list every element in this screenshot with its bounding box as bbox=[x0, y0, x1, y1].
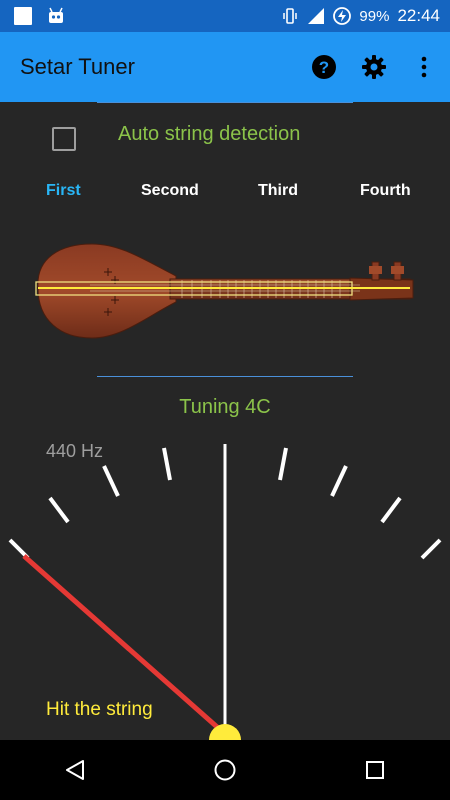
recents-icon bbox=[366, 761, 384, 779]
gauge-tick bbox=[380, 496, 402, 524]
middle-divider bbox=[97, 376, 353, 377]
gauge-tick bbox=[162, 447, 172, 481]
tab-third[interactable]: Third bbox=[258, 182, 298, 200]
notification-square-icon bbox=[14, 7, 32, 25]
app-title: Setar Tuner bbox=[20, 54, 135, 79]
gauge-tick bbox=[278, 447, 288, 481]
status-time: 22:44 bbox=[397, 6, 440, 25]
auto-detect-checkbox[interactable] bbox=[52, 127, 76, 151]
top-divider bbox=[97, 102, 353, 103]
string-tabs: First Second Third Fourth bbox=[0, 182, 450, 204]
auto-detect-label: Auto string detection bbox=[118, 123, 301, 145]
auto-detect-row: Auto string detection bbox=[0, 118, 450, 158]
navigation-bar bbox=[0, 740, 450, 800]
recents-button[interactable] bbox=[355, 750, 395, 790]
gauge-tick bbox=[48, 496, 70, 524]
reference-frequency-label: 440 Hz bbox=[46, 441, 104, 461]
home-button[interactable] bbox=[205, 750, 245, 790]
settings-icon bbox=[362, 55, 386, 79]
home-icon bbox=[214, 759, 236, 781]
signal-icon bbox=[308, 8, 325, 24]
app-bar: Setar Tuner ? bbox=[0, 32, 450, 102]
android-debug-icon bbox=[49, 7, 63, 23]
overflow-menu-icon bbox=[421, 56, 427, 78]
tab-first[interactable]: First bbox=[46, 182, 81, 200]
tuning-note-label: Tuning 4C bbox=[179, 396, 271, 418]
back-icon bbox=[66, 760, 84, 780]
tuning-gauge bbox=[8, 444, 442, 742]
hit-string-hint: Hit the string bbox=[46, 699, 153, 720]
battery-percent: 99% bbox=[359, 7, 390, 25]
battery-saver-icon bbox=[333, 7, 352, 25]
help-button[interactable]: ? bbox=[310, 53, 338, 81]
gauge-tick bbox=[102, 465, 120, 497]
status-bar: 99% 22:44 bbox=[0, 0, 450, 32]
gauge-tick bbox=[330, 465, 348, 497]
svg-text:?: ? bbox=[319, 58, 329, 77]
help-icon: ? bbox=[312, 55, 336, 79]
settings-button[interactable] bbox=[360, 53, 388, 81]
overflow-menu-button[interactable] bbox=[410, 53, 438, 81]
tab-second[interactable]: Second bbox=[141, 182, 199, 200]
back-button[interactable] bbox=[55, 750, 95, 790]
gauge-tick bbox=[420, 538, 442, 560]
vibrate-icon bbox=[283, 8, 298, 24]
setar-instrument-image bbox=[35, 243, 414, 339]
tab-fourth[interactable]: Fourth bbox=[360, 182, 411, 200]
